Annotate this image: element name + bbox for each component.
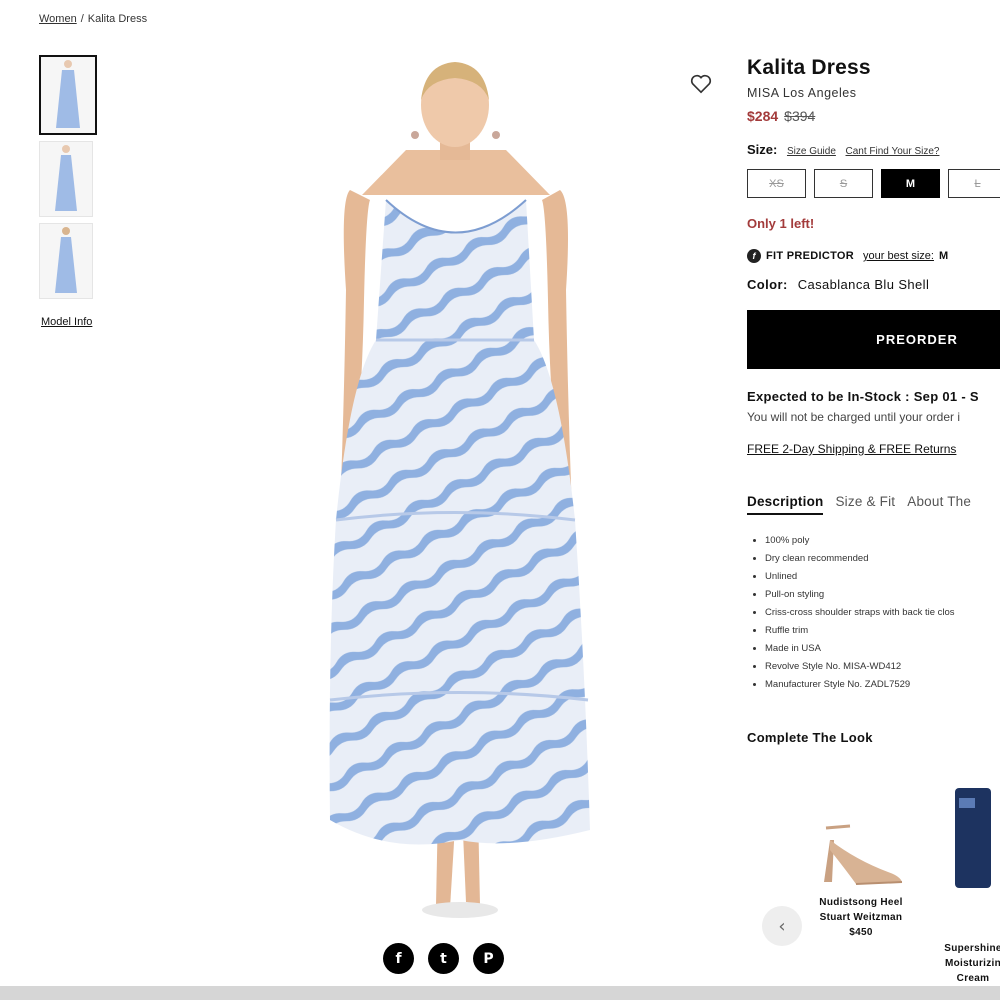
size-header: Size: Size Guide Cant Find Your Size? [747, 142, 1000, 157]
breadcrumb-women-link[interactable]: Women [39, 13, 77, 25]
twitter-icon[interactable]: t [428, 943, 459, 974]
charge-note: You will not be charged until your order… [747, 410, 961, 424]
list-item: Made in USA [765, 643, 1000, 654]
complete-the-look-heading: Complete The Look [747, 730, 873, 745]
thumbnail-front[interactable] [39, 55, 97, 135]
best-size-value: M [938, 250, 949, 262]
sale-price: $284 [747, 108, 779, 124]
size-option-m[interactable]: M [881, 169, 940, 198]
description-list: 100% poly Dry clean recommended Unlined … [747, 535, 1000, 690]
cream-tube-image [955, 788, 991, 888]
list-item: Revolve Style No. MISA-WD412 [765, 661, 1000, 672]
list-item: Ruffle trim [765, 625, 1000, 636]
breadcrumb-separator: / [80, 13, 84, 25]
size-guide-link[interactable]: Size Guide [787, 146, 836, 157]
stock-message: Only 1 left! [747, 216, 815, 231]
model-info-link[interactable]: Model Info [41, 316, 92, 328]
breadcrumb: Women / Kalita Dress [39, 13, 147, 25]
look-item-name: Nudistsong Heel [819, 897, 903, 908]
carousel-prev-icon[interactable]: ‹ [762, 906, 802, 946]
pinterest-icon[interactable]: P [473, 943, 504, 974]
price-block: $284 $394 [747, 108, 1000, 124]
size-option-l[interactable]: L [948, 169, 1000, 198]
fit-predictor-icon: f [747, 249, 761, 263]
color-label: Color: [747, 277, 788, 292]
expected-stock-date: Expected to be In-Stock : Sep 01 - S [747, 389, 979, 404]
color-value: Casablanca Blu Shell [797, 277, 930, 292]
thumbnail-back[interactable] [39, 223, 93, 299]
social-share: f t P [383, 943, 504, 974]
size-option-s[interactable]: S [814, 169, 873, 198]
breadcrumb-current: Kalita Dress [87, 13, 148, 25]
facebook-icon[interactable]: f [383, 943, 414, 974]
look-item-price: $450 [849, 927, 873, 938]
size-selector: XS S M L [747, 169, 1000, 198]
list-item: 100% poly [765, 535, 1000, 546]
original-price: $394 [784, 108, 816, 124]
size-option-xs[interactable]: XS [747, 169, 806, 198]
fit-predictor: f FIT PREDICTOR your best size: M [747, 249, 1000, 263]
brand-link[interactable]: MISA Los Angeles [747, 86, 1000, 100]
list-item: Dry clean recommended [765, 553, 1000, 564]
thumbnail-list [39, 55, 99, 305]
tab-size-fit[interactable]: Size & Fit [835, 494, 895, 515]
look-item-cream[interactable]: Supershine Moisturizin Cream [928, 788, 1000, 986]
product-title: Kalita Dress [747, 56, 871, 79]
tab-description[interactable]: Description [747, 494, 824, 515]
preorder-button[interactable]: PREORDER [747, 310, 1000, 369]
color-row: Color: Casablanca Blu Shell [747, 277, 1000, 292]
fit-predictor-label: FIT PREDICTOR [766, 250, 855, 262]
look-item-extra: Cream [956, 973, 990, 984]
product-info: Kalita Dress MISA Los Angeles $284 $394 S… [747, 52, 1000, 745]
horizontal-scrollbar[interactable] [0, 986, 1000, 1000]
shipping-returns-link[interactable]: FREE 2-Day Shipping & FREE Returns [747, 442, 1000, 456]
heel-image [824, 824, 903, 885]
product-main-image[interactable] [310, 50, 600, 930]
info-tabs: Description Size & Fit About The [747, 494, 1000, 515]
list-item: Unlined [765, 571, 1000, 582]
list-item: Criss-cross shoulder straps with back ti… [765, 607, 1000, 618]
list-item: Manufacturer Style No. ZADL7529 [765, 679, 1000, 690]
tab-about[interactable]: About The [907, 494, 971, 515]
look-item-name: Supershine [944, 943, 1000, 954]
thumbnail-side[interactable] [39, 141, 93, 217]
look-item-brand: Stuart Weitzman [819, 912, 903, 923]
best-size-link[interactable]: your best size: [863, 250, 934, 262]
cant-find-size-link[interactable]: Cant Find Your Size? [846, 146, 940, 157]
wishlist-heart-icon[interactable] [690, 74, 712, 94]
look-item-brand: Moisturizin [944, 958, 1000, 969]
look-item-heel[interactable]: Nudistsong Heel Stuart Weitzman $450 [806, 820, 916, 940]
list-item: Pull-on styling [765, 589, 1000, 600]
size-label: Size: [747, 142, 778, 157]
